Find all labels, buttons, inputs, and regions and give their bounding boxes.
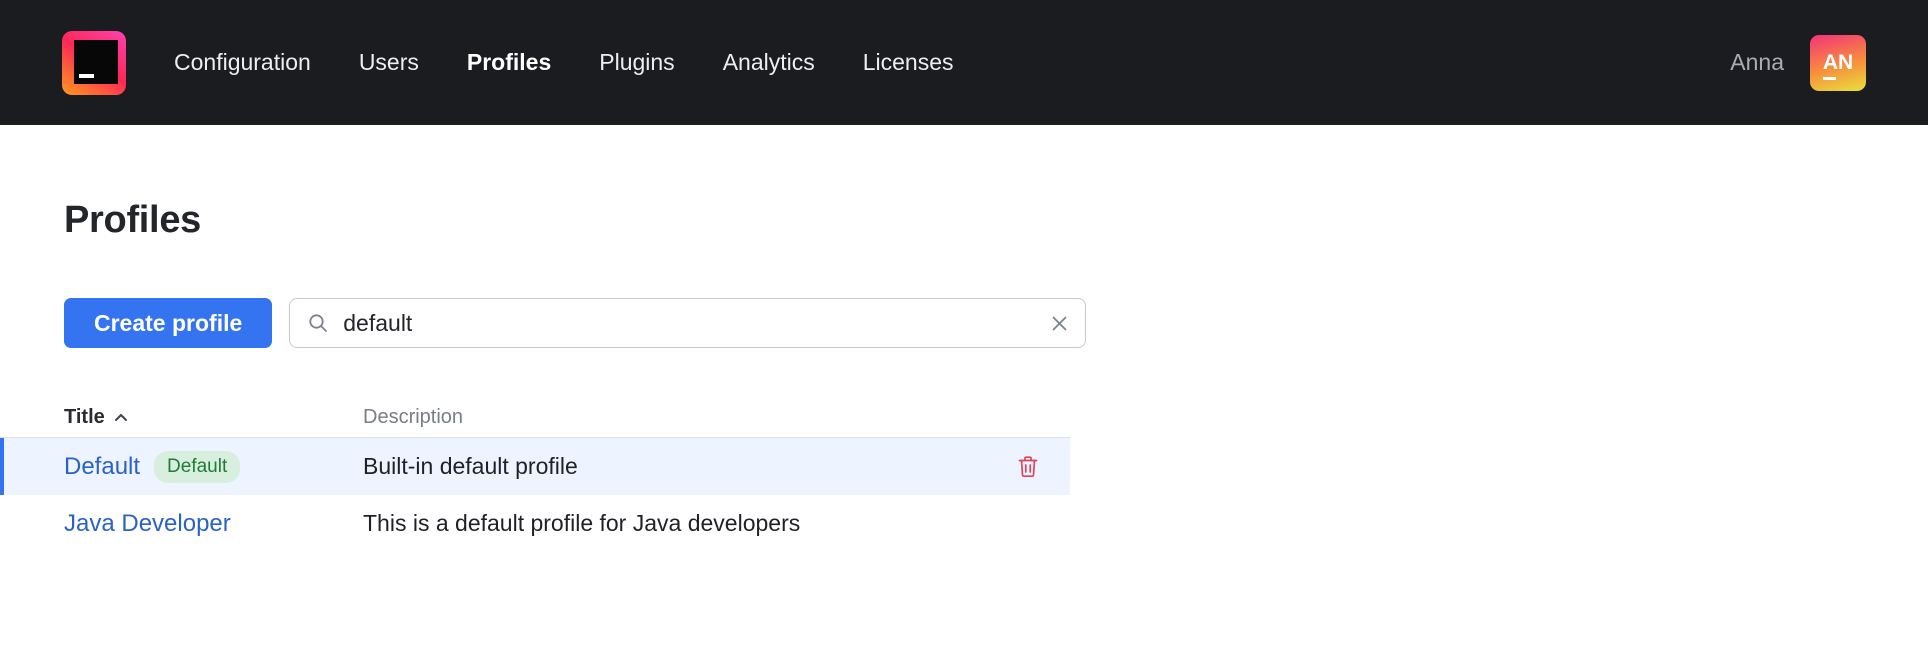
search-field[interactable] (289, 298, 1086, 348)
profile-link-default[interactable]: Default (64, 453, 140, 481)
search-icon (306, 311, 330, 335)
table-row[interactable]: Java Developer This is a default profile… (0, 495, 1070, 552)
nav-item-users[interactable]: Users (359, 49, 419, 76)
toolbar: Create profile (64, 298, 1864, 348)
column-title-label: Title (64, 406, 105, 429)
clear-search-button[interactable] (1050, 314, 1069, 333)
nav-user-area: Anna AN (1730, 35, 1866, 91)
jetbrains-logo-underscore (79, 74, 94, 78)
nav-item-configuration[interactable]: Configuration (174, 49, 311, 76)
title-cell: Java Developer (64, 510, 363, 538)
main-nav: Configuration Users Profiles Plugins Ana… (174, 49, 954, 76)
nav-item-analytics[interactable]: Analytics (723, 49, 815, 76)
default-badge: Default (154, 451, 240, 483)
description-cell: This is a default profile for Java devel… (363, 510, 1040, 537)
page-title: Profiles (64, 199, 1864, 242)
chevron-up-icon (114, 413, 128, 422)
user-avatar[interactable]: AN (1810, 35, 1866, 91)
trash-icon[interactable] (1016, 454, 1040, 479)
create-profile-button[interactable]: Create profile (64, 298, 272, 348)
profiles-table: Title Description Default Default Built-… (0, 398, 1928, 552)
jetbrains-logo[interactable] (62, 31, 126, 95)
avatar-initials: AN (1823, 51, 1853, 75)
avatar-underscore (1823, 77, 1836, 80)
table-header-row: Title Description (0, 398, 1070, 438)
column-header-description: Description (363, 406, 463, 429)
main-content: Profiles Create profile (0, 199, 1928, 348)
nav-item-licenses[interactable]: Licenses (863, 49, 954, 76)
description-cell: Built-in default profile (363, 453, 1016, 480)
nav-item-plugins[interactable]: Plugins (599, 49, 674, 76)
table-row[interactable]: Default Default Built-in default profile (0, 438, 1070, 495)
column-header-title[interactable]: Title (64, 406, 363, 429)
title-cell: Default Default (64, 451, 363, 483)
user-name[interactable]: Anna (1730, 49, 1784, 76)
search-input[interactable] (341, 309, 1039, 338)
profile-link-java-developer[interactable]: Java Developer (64, 510, 231, 538)
top-navigation-bar: Configuration Users Profiles Plugins Ana… (0, 0, 1928, 125)
nav-item-profiles[interactable]: Profiles (467, 49, 551, 76)
